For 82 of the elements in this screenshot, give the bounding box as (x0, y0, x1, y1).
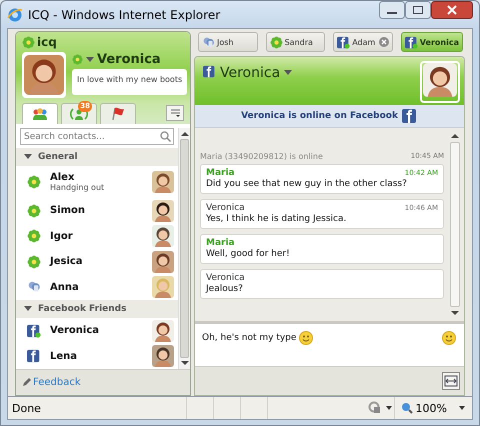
contact-name: Igor (50, 230, 74, 242)
broadcast-icon (70, 107, 88, 121)
avatar (422, 63, 458, 97)
contact-item[interactable]: Igor (16, 224, 178, 250)
avatar (24, 54, 64, 96)
search-icon (160, 131, 171, 142)
sender-name: Maria (206, 168, 235, 178)
message-input[interactable]: Oh, he's not my type (195, 321, 464, 366)
menu-button[interactable] (166, 105, 184, 121)
security-icon[interactable] (368, 401, 394, 415)
zoom-icon[interactable] (400, 402, 413, 414)
smiley-icon (299, 331, 314, 345)
menu-icon (170, 109, 180, 117)
maximize-button[interactable] (405, 1, 431, 19)
group-name: General (38, 152, 78, 162)
contact-item[interactable]: Simon (16, 198, 178, 224)
contacts-tab[interactable] (100, 103, 136, 124)
contact-name: Veronica (50, 325, 100, 336)
chat-tab[interactable]: Sandra (266, 32, 326, 52)
layout-toggle-button[interactable] (442, 372, 460, 390)
status-text: Done (11, 402, 42, 414)
status-icon (270, 36, 283, 48)
group-name: Facebook Friends (38, 304, 126, 314)
window-title: ICQ - Windows Internet Explorer (28, 8, 222, 22)
contact-name[interactable]: Veronica (220, 65, 280, 81)
chat-tab[interactable]: Veronica (400, 32, 463, 52)
message-text: Did you see that new guy in the other class? (206, 179, 408, 189)
pencil-icon (22, 378, 31, 387)
status-icon (202, 36, 215, 48)
avatar (152, 345, 174, 368)
message-text: Yes, I think he is dating Jessica. (206, 214, 348, 224)
online-notice: Veronica is online on Facebook (241, 111, 398, 121)
emoticon-button[interactable] (442, 331, 456, 345)
contact-status: Handging out (50, 182, 106, 192)
profile-name[interactable]: Veronica (97, 52, 161, 67)
sender-name: Veronica (206, 203, 245, 213)
scrollbar[interactable] (178, 128, 190, 369)
contact-name: Lena (50, 350, 78, 362)
message-text: Jealous? (206, 284, 244, 294)
flag-icon (110, 107, 126, 121)
sender-name: Veronica (206, 273, 245, 283)
avatar (152, 276, 174, 298)
status-icon (337, 36, 350, 48)
avatar (152, 225, 174, 248)
scrollbar[interactable] (449, 134, 460, 315)
group-header[interactable]: Facebook Friends (16, 300, 178, 318)
contact-item[interactable]: Alex Handging out (16, 166, 178, 198)
mood-message[interactable]: In love with my new boots (72, 69, 188, 95)
sender-name: Maria (206, 238, 235, 248)
contact-name: Jesica (50, 256, 84, 268)
close-icon[interactable] (378, 37, 389, 47)
avatar (152, 250, 174, 273)
group-header[interactable]: General (16, 148, 178, 166)
status-icon (72, 54, 83, 65)
contacts-tab[interactable] (22, 103, 58, 124)
app-logo: icq (37, 35, 57, 49)
minimize-button[interactable] (379, 1, 405, 19)
people-icon (32, 107, 48, 121)
status-message: Maria (33490209812) is online (200, 152, 323, 161)
facebook-icon (402, 108, 418, 124)
close-button[interactable] (431, 1, 473, 19)
contact-item[interactable]: Jesica (16, 249, 178, 275)
zoom-level[interactable]: 100% (416, 402, 447, 414)
logo-icon (22, 36, 35, 48)
contact-item[interactable]: Veronica (16, 318, 178, 344)
avatar (152, 320, 174, 342)
chat-tab[interactable]: Josh (198, 32, 258, 52)
chat-tab[interactable]: Adam (333, 32, 393, 52)
browser-icon (7, 6, 23, 22)
caret-icon[interactable] (24, 154, 32, 160)
search-field[interactable]: Search contacts... (20, 128, 174, 145)
contact-item[interactable]: Lena (16, 343, 178, 369)
contact-item[interactable]: Anna (16, 274, 178, 300)
avatar (152, 200, 174, 222)
contact-name: Anna (50, 282, 80, 293)
network-icon (203, 65, 216, 78)
caret-icon[interactable] (24, 306, 32, 312)
contact-name: Alex (50, 172, 76, 183)
message-text: Well, good for her! (206, 249, 291, 259)
contact-name: Simon (50, 205, 86, 216)
avatar (152, 170, 174, 193)
status-icon (404, 36, 418, 48)
